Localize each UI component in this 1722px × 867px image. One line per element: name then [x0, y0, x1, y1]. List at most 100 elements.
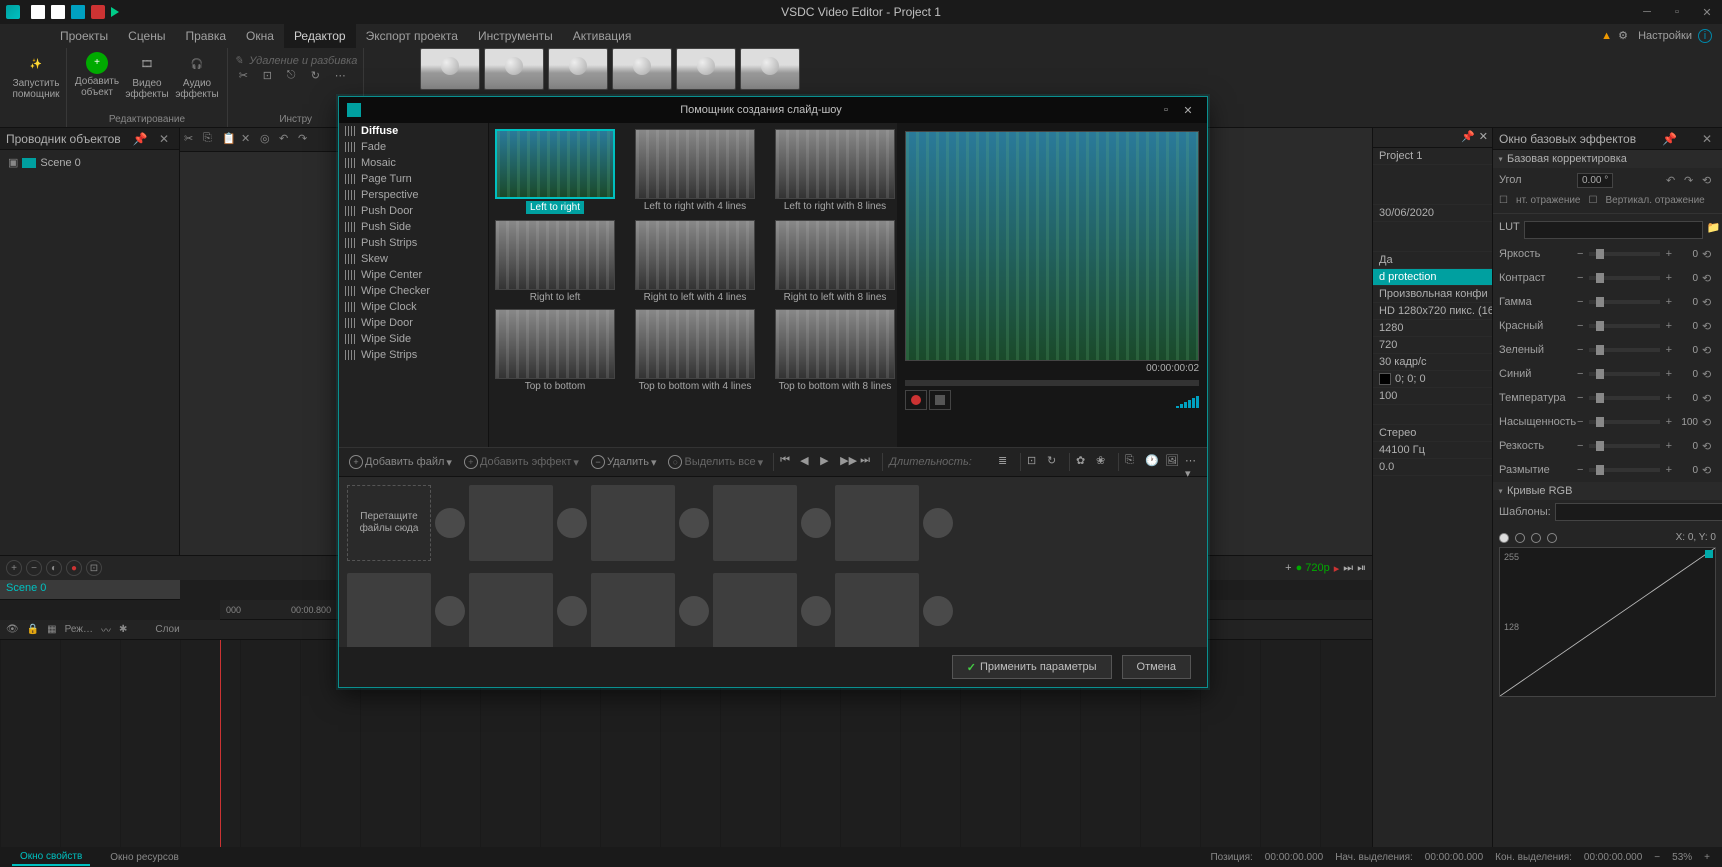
reset-icon[interactable]: ⟲ [1702, 464, 1716, 477]
menu-edit[interactable]: Правка [176, 24, 237, 48]
tl-fit-button[interactable]: ⊡ [86, 560, 102, 576]
crop-tool-icon[interactable]: ⊡ [1027, 454, 1043, 470]
close-button[interactable]: ✕ [1692, 0, 1722, 24]
scissors-icon[interactable]: ✂ [184, 132, 200, 148]
minus-icon[interactable]: − [1577, 440, 1583, 452]
file-slot[interactable] [347, 573, 431, 647]
target-icon[interactable]: ◎ [260, 132, 276, 148]
plus-icon[interactable]: + [1666, 320, 1672, 332]
plus-icon[interactable]: + [1666, 248, 1672, 260]
scene-thumb[interactable] [612, 48, 672, 90]
minus-icon[interactable]: − [1577, 464, 1583, 476]
paste-icon[interactable]: 📋 [222, 132, 238, 148]
transition-slot[interactable] [679, 596, 709, 626]
preset-left-to-right-with-8-lines[interactable]: Left to right with 8 lines [775, 129, 895, 214]
zoom-in-icon[interactable]: + [1704, 852, 1710, 863]
file-slot[interactable] [835, 573, 919, 647]
video-effects-button[interactable]: 🎞 Видео эффекты [123, 52, 171, 100]
delete-x-icon[interactable]: ✕ [241, 132, 257, 148]
param-slider[interactable] [1589, 396, 1659, 400]
transition-slot[interactable] [923, 508, 953, 538]
crop-icon[interactable]: ⊡ [263, 69, 281, 87]
effect-item-wipe-side[interactable]: Wipe Side [339, 331, 488, 347]
cancel-button[interactable]: Отмена [1122, 655, 1191, 679]
scene-thumb[interactable] [548, 48, 608, 90]
rotate-ccw-icon[interactable]: ↶ [1666, 174, 1680, 187]
tl-play-icon[interactable]: ▸ [1334, 562, 1340, 575]
delete-button[interactable]: −Удалить▾ [587, 455, 661, 469]
undo-icon[interactable]: ↶ [279, 132, 295, 148]
cut-icon[interactable]: ✂ [239, 69, 257, 87]
plus-icon[interactable]: + [1666, 344, 1672, 356]
hmirror-check[interactable]: ☐ [1499, 195, 1508, 206]
effect-item-mosaic[interactable]: Mosaic [339, 155, 488, 171]
preset-right-to-left-with-4-lines[interactable]: Right to left with 4 lines [635, 220, 755, 303]
pin-icon[interactable]: 📌 [1461, 130, 1475, 145]
info-icon[interactable]: i [1698, 29, 1712, 43]
plus-icon[interactable]: + [1666, 440, 1672, 452]
transition-slot[interactable] [557, 508, 587, 538]
reset-icon[interactable]: ⟲ [1702, 368, 1716, 381]
prev-icon[interactable]: ◀ [800, 454, 816, 470]
timeline-scene-tab[interactable]: Scene 0 [0, 580, 180, 600]
prev-start-icon[interactable]: ⏮ [780, 454, 796, 470]
reset-icon[interactable]: ⟲ [1702, 272, 1716, 285]
open-icon[interactable] [51, 5, 65, 19]
effect-item-wipe-clock[interactable]: Wipe Clock [339, 299, 488, 315]
redo-icon[interactable]: ↷ [298, 132, 314, 148]
effect-item-wipe-center[interactable]: Wipe Center [339, 267, 488, 283]
audio-effects-button[interactable]: 🎧 Аудио эффекты [173, 52, 221, 100]
lut-input[interactable] [1524, 221, 1703, 239]
file-slot[interactable] [713, 485, 797, 561]
effect-item-page-turn[interactable]: Page Turn [339, 171, 488, 187]
play-icon[interactable] [111, 7, 119, 17]
preset-right-to-left[interactable]: Right to left [495, 220, 615, 303]
effect-item-wipe-door[interactable]: Wipe Door [339, 315, 488, 331]
transition-slot[interactable] [679, 508, 709, 538]
group-rgb-curves[interactable]: Кривые RGB [1493, 482, 1722, 500]
timeline-playhead[interactable] [220, 640, 221, 847]
templates-select[interactable] [1555, 503, 1722, 521]
fx-icon[interactable]: ✱ [119, 624, 127, 635]
menu-export[interactable]: Экспорт проекта [356, 24, 468, 48]
menu-windows[interactable]: Окна [236, 24, 284, 48]
reset-icon[interactable]: ⟲ [1702, 416, 1716, 429]
file-slot[interactable] [591, 485, 675, 561]
img-tool-icon[interactable]: 🖼 [1165, 454, 1181, 470]
preset-top-to-bottom[interactable]: Top to bottom [495, 309, 615, 392]
add-file-button[interactable]: +Добавить файл▾ [345, 455, 456, 469]
reset-icon[interactable]: ⟲ [1702, 174, 1716, 187]
clock-tool-icon[interactable]: 🕐 [1145, 454, 1161, 470]
preset-left-to-right-with-4-lines[interactable]: Left to right with 4 lines [635, 129, 755, 214]
preset-left-to-right[interactable]: Left to right [495, 129, 615, 214]
tl-marker-button[interactable]: ◐ [46, 560, 62, 576]
menu-tools[interactable]: Инструменты [468, 24, 563, 48]
transition-slot[interactable] [801, 508, 831, 538]
tl-end-icon[interactable]: ⏯ [1357, 562, 1366, 575]
effect-item-diffuse[interactable]: Diffuse [339, 123, 488, 139]
preset-right-to-left-with-8-lines[interactable]: Right to left with 8 lines [775, 220, 895, 303]
param-slider[interactable] [1589, 300, 1659, 304]
tab-resources-window[interactable]: Окно ресурсов [102, 850, 187, 865]
preview-record-button[interactable] [905, 390, 927, 410]
file-slot[interactable] [835, 485, 919, 561]
file-slot[interactable] [469, 485, 553, 561]
close-panel-icon[interactable]: ✕ [159, 132, 173, 146]
plus-icon[interactable]: + [1666, 272, 1672, 284]
next-icon[interactable]: ▶▶ [840, 454, 856, 470]
pin-icon[interactable]: 📌 [133, 132, 147, 146]
tl-rec-button[interactable]: ● [66, 560, 82, 576]
curve-handle[interactable] [1705, 550, 1713, 558]
param-slider[interactable] [1589, 372, 1659, 376]
preview-stop-button[interactable] [929, 390, 951, 410]
effect-item-push-strips[interactable]: Push Strips [339, 235, 488, 251]
preset-top-to-bottom-with-8-lines[interactable]: Top to bottom with 8 lines [775, 309, 895, 392]
param-slider[interactable] [1589, 468, 1659, 472]
transition-slot[interactable] [801, 596, 831, 626]
save-icon[interactable] [71, 5, 85, 19]
fx1-icon[interactable]: ✿ [1076, 454, 1092, 470]
list-icon[interactable]: ≣ [998, 454, 1014, 470]
vmirror-check[interactable]: ☐ [1589, 195, 1598, 206]
minus-icon[interactable]: − [1577, 344, 1583, 356]
effect-item-skew[interactable]: Skew [339, 251, 488, 267]
